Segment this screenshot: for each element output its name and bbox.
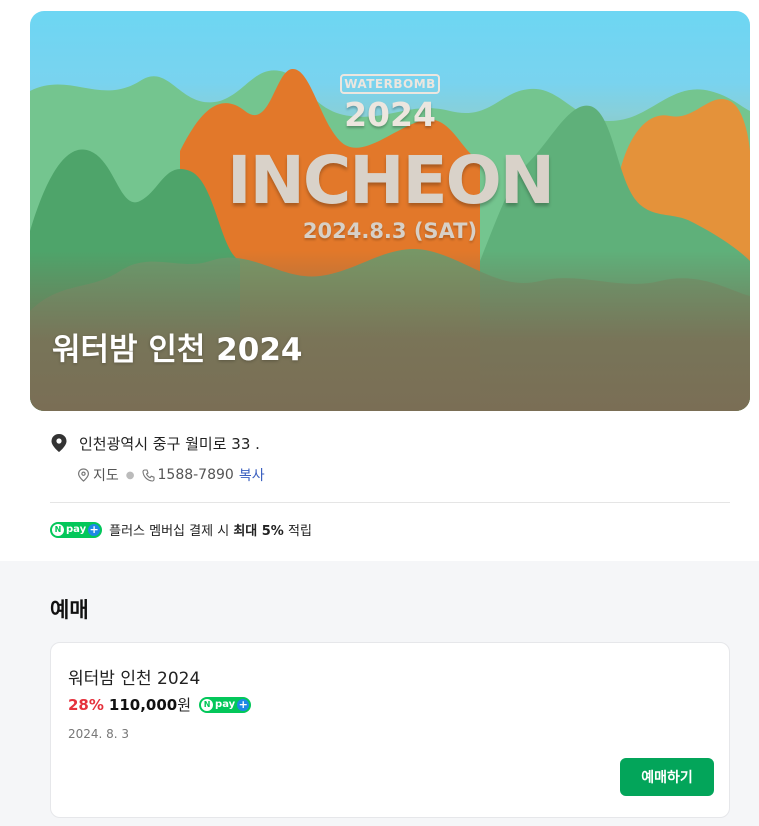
npay-badge-text: pay <box>215 699 236 710</box>
poster-date: 2024.8.3 (SAT) <box>302 219 478 243</box>
price-currency: 원 <box>177 696 192 714</box>
booking-section: 예매 워터밤 인천 2024 28% 110,000 원 N pay + 202… <box>0 561 759 826</box>
separator-dot: ● <box>125 469 135 481</box>
phone-icon <box>141 468 155 482</box>
discount-rate: 28% <box>68 695 104 714</box>
npay-benefit-row: N pay + 플러스 멤버십 결제 시 최대 5% 적립 <box>50 520 312 539</box>
plus-icon: + <box>88 522 101 536</box>
address-row: 인천광역시 중구 월미로 33 . <box>50 430 730 456</box>
npay-badge-text: pay <box>66 524 87 535</box>
naver-n-icon: N <box>52 523 64 536</box>
npay-benefit-prefix: 플러스 멤버십 결제 시 <box>109 524 230 539</box>
npay-benefit-highlight: 최대 5% <box>233 524 284 539</box>
location-pin-icon <box>51 434 67 452</box>
phone-number: 1588-7890 <box>157 467 234 483</box>
address-text: 인천광역시 중구 월미로 33 . <box>79 434 260 453</box>
booking-section-title: 예매 <box>50 598 89 622</box>
plus-icon: + <box>237 697 250 711</box>
ticket-card: 워터밤 인천 2024 28% 110,000 원 N pay + 2024. … <box>50 642 730 818</box>
ticket-price: 110,000 <box>108 695 178 714</box>
npay-plus-badge-small: N pay + <box>199 696 252 713</box>
event-title: 워터밤 인천 2024 <box>52 332 303 368</box>
event-hero-banner: WATERBOMB 2024 INCHEON 2024.8.3 (SAT) 워터… <box>30 11 750 411</box>
info-divider <box>50 502 730 503</box>
venue-info: 인천광역시 중구 월미로 33 . 지도 ● 1588-7890 복사 <box>50 430 730 486</box>
ticket-date: 2024. 8. 3 <box>68 727 130 741</box>
poster-brand-logo: WATERBOMB <box>340 74 440 94</box>
naver-n-icon: N <box>201 698 214 711</box>
npay-benefit-suffix: 적립 <box>287 524 312 539</box>
poster-year: 2024 <box>344 95 436 134</box>
poster-city: INCHEON <box>227 142 555 219</box>
map-link[interactable]: 지도 <box>93 465 119 485</box>
book-button[interactable]: 예매하기 <box>620 758 714 796</box>
address-actions: 지도 ● 1588-7890 복사 <box>77 464 730 486</box>
ticket-title: 워터밤 인천 2024 <box>68 669 201 689</box>
copy-phone-link[interactable]: 복사 <box>239 465 265 485</box>
npay-plus-badge: N pay + <box>50 521 103 538</box>
map-pin-outline-icon <box>77 468 90 482</box>
ticket-price-row: 28% 110,000 원 N pay + <box>68 694 252 715</box>
